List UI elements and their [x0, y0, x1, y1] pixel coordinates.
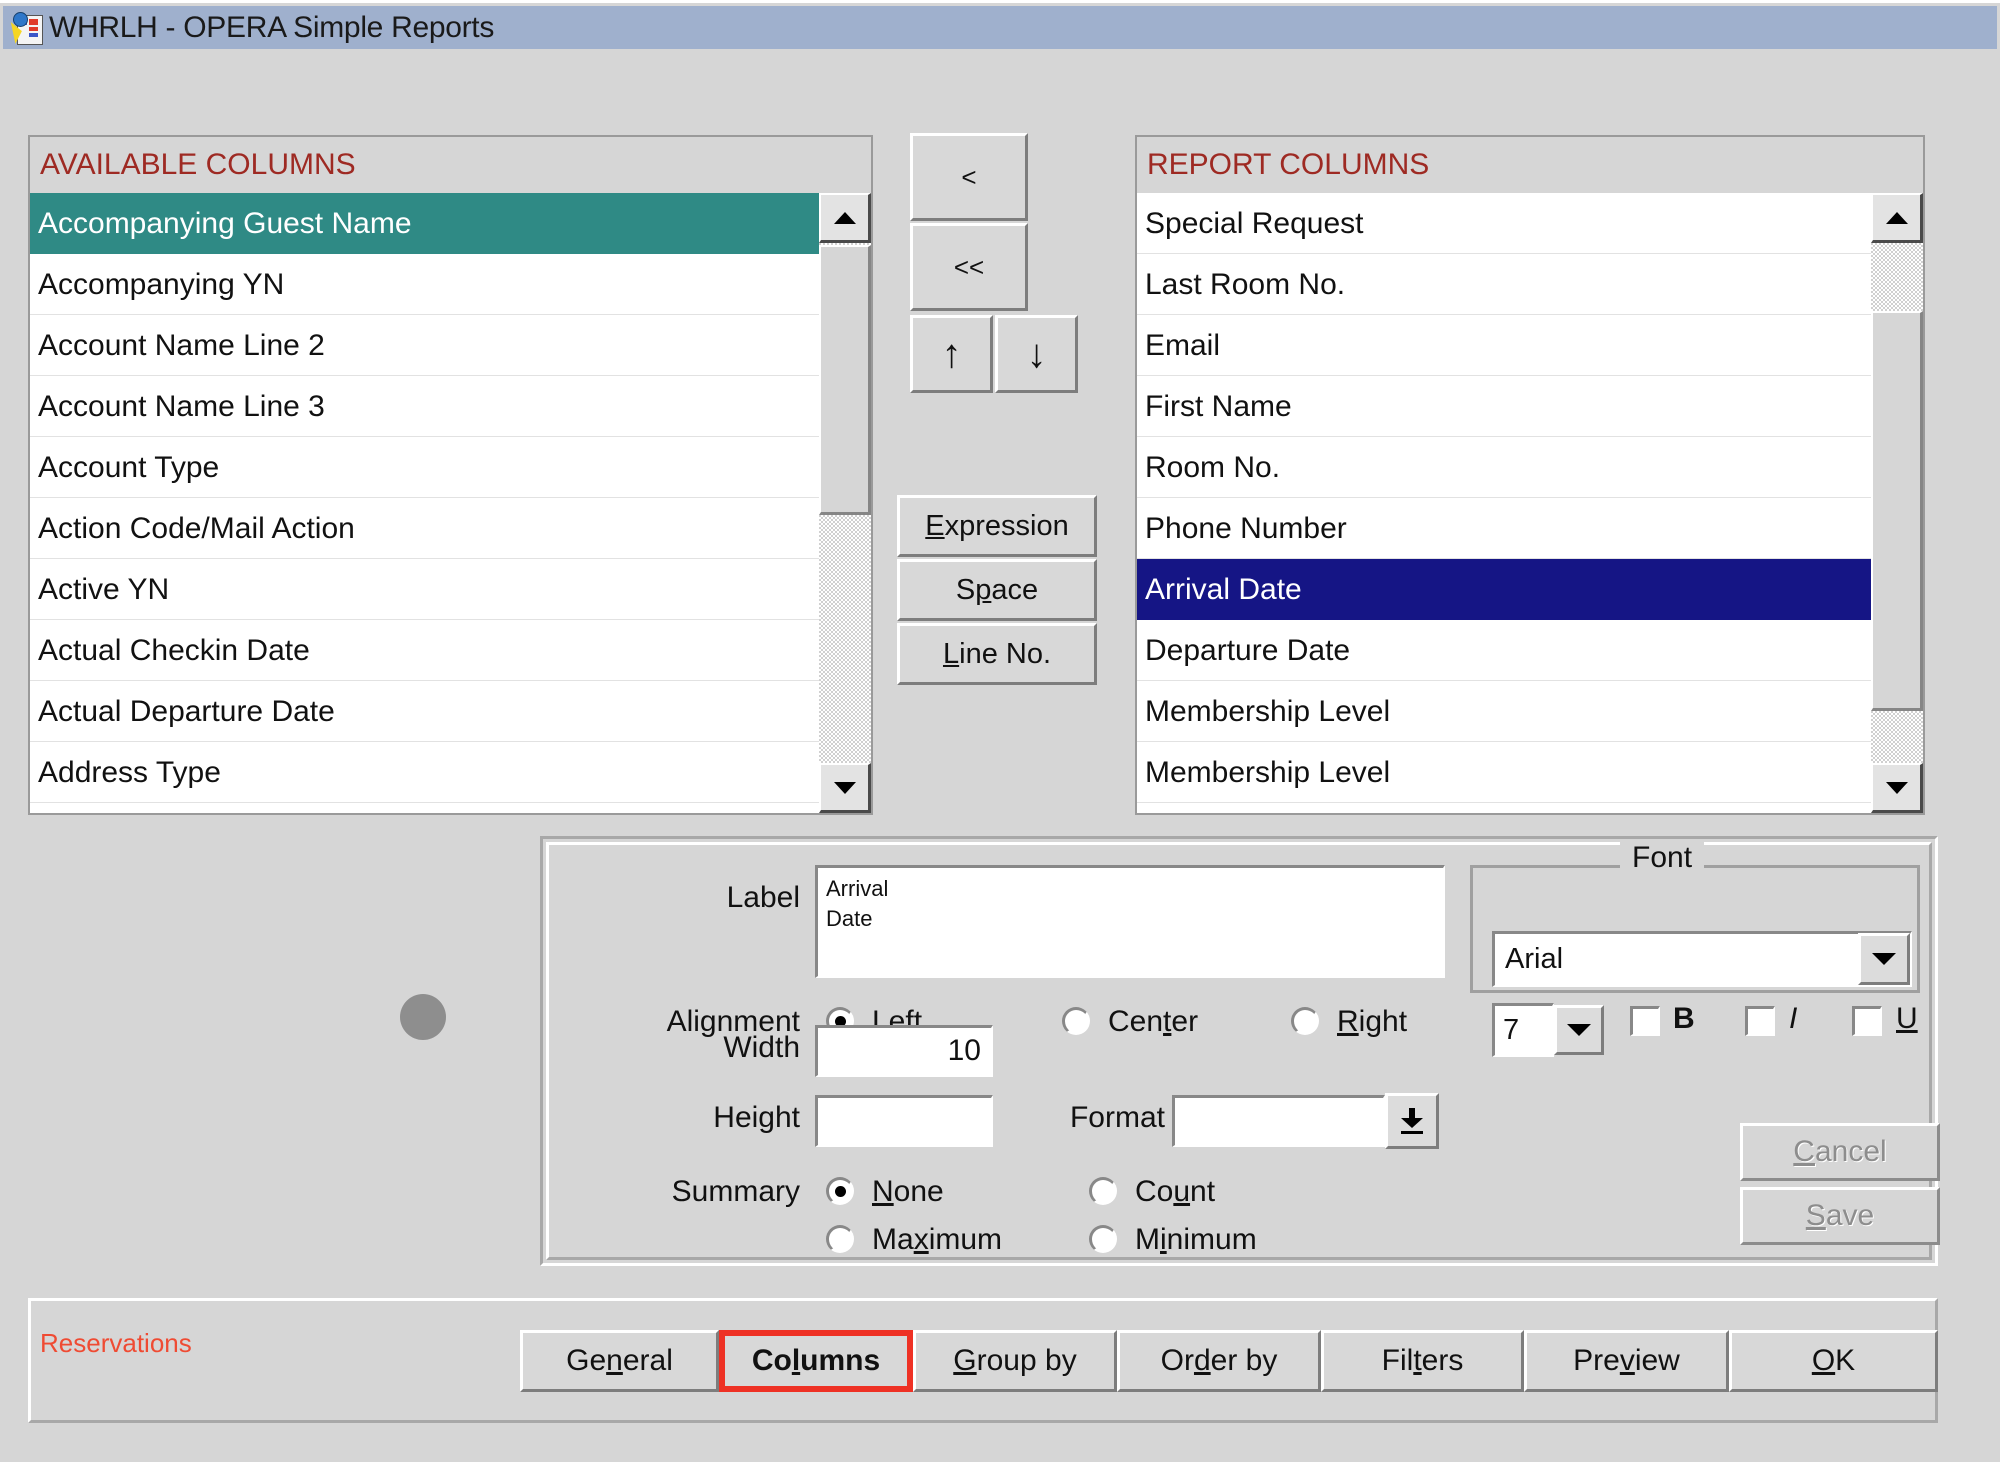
- arrow-up-icon: ↑: [941, 332, 962, 376]
- summary-radio-maximum[interactable]: [826, 1225, 854, 1253]
- scroll-up-button[interactable]: [819, 193, 871, 243]
- list-item[interactable]: Actual Checkin Date: [30, 620, 871, 681]
- tab-order-by[interactable]: Order by: [1117, 1330, 1321, 1392]
- scrollbar-thumb[interactable]: [1871, 311, 1923, 711]
- line-no-button[interactable]: Line No.: [897, 623, 1097, 685]
- font-name-dropdown-button[interactable]: [1858, 933, 1910, 985]
- font-bold-checkbox[interactable]: [1630, 1006, 1660, 1036]
- list-item[interactable]: Departure Date: [1137, 620, 1923, 681]
- alignment-label-right: Right: [1337, 1005, 1408, 1038]
- list-item[interactable]: Special Request: [1137, 193, 1923, 254]
- summary-label-count: Count: [1135, 1175, 1216, 1208]
- arrow-down-icon: ↓: [1026, 332, 1047, 376]
- label-input[interactable]: Arrival Date: [815, 865, 1445, 978]
- tab-filters[interactable]: Filters: [1321, 1330, 1524, 1392]
- chevron-down-icon: [1567, 1024, 1591, 1036]
- list-item[interactable]: Arrival Date: [1137, 559, 1923, 620]
- triangle-up-icon: [1885, 211, 1908, 224]
- summary-radio-count[interactable]: [1089, 1177, 1117, 1205]
- alignment-radio-center[interactable]: [1062, 1007, 1090, 1035]
- format-input[interactable]: [1172, 1095, 1385, 1147]
- move-all-left-button[interactable]: <<: [910, 223, 1028, 311]
- module-label: Reservations: [40, 1328, 192, 1358]
- list-item[interactable]: Membership Level: [1137, 742, 1923, 803]
- list-item[interactable]: Account Type: [30, 437, 871, 498]
- summary-radio-minimum[interactable]: [1089, 1225, 1117, 1253]
- list-item[interactable]: Accompanying Guest Name: [30, 193, 871, 254]
- report-columns-header: REPORT COLUMNS: [1137, 137, 1923, 193]
- report-app-icon: [10, 11, 45, 45]
- tab-general[interactable]: General: [520, 1330, 719, 1392]
- list-item[interactable]: Account Name Line 3: [30, 376, 871, 437]
- scroll-down-button[interactable]: [1871, 763, 1923, 813]
- report-columns-scrollbar[interactable]: [1871, 193, 1923, 813]
- list-item[interactable]: Accompanying YN: [30, 254, 871, 315]
- list-item[interactable]: Email: [1137, 315, 1923, 376]
- font-group-title: Font: [1620, 841, 1705, 875]
- summary-label-none: None: [872, 1175, 944, 1208]
- save-button[interactable]: Save: [1740, 1187, 1940, 1245]
- triangle-down-icon: [833, 781, 856, 794]
- font-underline-checkbox[interactable]: [1852, 1006, 1882, 1036]
- window-title: WHRLH - OPERA Simple Reports: [49, 10, 495, 44]
- space-button[interactable]: Space: [897, 559, 1097, 621]
- scroll-up-button[interactable]: [1871, 193, 1923, 243]
- list-item[interactable]: Address Type: [30, 742, 871, 803]
- width-input[interactable]: 10: [815, 1025, 993, 1077]
- font-size-input[interactable]: 7: [1492, 1003, 1554, 1057]
- summary-label-maximum: Maximum: [872, 1223, 1003, 1256]
- list-item[interactable]: Room No.: [1137, 437, 1923, 498]
- chevron-down-icon: [1872, 953, 1896, 965]
- width-caption: Width: [723, 1031, 800, 1064]
- alignment-label-center: Center: [1108, 1005, 1199, 1038]
- scrollbar-thumb[interactable]: [819, 245, 871, 515]
- application-window: WHRLH - OPERA Simple Reports AVAILABLE C…: [0, 0, 2000, 1462]
- alignment-radio-right[interactable]: [1291, 1007, 1319, 1035]
- list-item[interactable]: Last Room No.: [1137, 254, 1923, 315]
- scroll-down-button[interactable]: [819, 763, 871, 813]
- title-bar: WHRLH - OPERA Simple Reports: [3, 6, 1997, 49]
- format-caption: Format: [1069, 1101, 1165, 1134]
- height-caption: Height: [713, 1101, 800, 1134]
- down-arrow-to-line-icon: [1401, 1108, 1423, 1134]
- list-item[interactable]: Active YN: [30, 559, 871, 620]
- report-columns-rows: Special Request Last Room No. Email Firs…: [1137, 193, 1923, 803]
- font-underline-label: U: [1896, 1002, 1918, 1035]
- list-item[interactable]: Actual Departure Date: [30, 681, 871, 742]
- move-up-button[interactable]: ↑: [910, 315, 993, 393]
- tab-columns[interactable]: Columns: [719, 1330, 913, 1392]
- cancel-button[interactable]: Cancel: [1740, 1123, 1940, 1181]
- format-lov-button[interactable]: [1385, 1093, 1439, 1149]
- move-one-left-button[interactable]: <: [910, 133, 1028, 221]
- tab-group-by[interactable]: Group by: [913, 1330, 1117, 1392]
- font-size-dropdown-button[interactable]: [1554, 1005, 1604, 1055]
- font-bold-label: B: [1673, 1002, 1695, 1035]
- label-field-caption: Label: [726, 881, 800, 914]
- available-columns-header: AVAILABLE COLUMNS: [30, 137, 871, 193]
- height-input[interactable]: [815, 1095, 993, 1147]
- move-down-button[interactable]: ↓: [995, 315, 1078, 393]
- list-item[interactable]: First Name: [1137, 376, 1923, 437]
- list-item[interactable]: Membership Level: [1137, 681, 1923, 742]
- font-italic-label: I: [1789, 1002, 1798, 1035]
- available-columns-rows: Accompanying Guest Name Accompanying YN …: [30, 193, 871, 803]
- mouse-cursor-indicator: [400, 994, 446, 1040]
- available-columns-listbox[interactable]: AVAILABLE COLUMNS Accompanying Guest Nam…: [28, 135, 873, 815]
- list-item[interactable]: Action Code/Mail Action: [30, 498, 871, 559]
- font-italic-checkbox[interactable]: [1745, 1006, 1775, 1036]
- available-columns-scrollbar[interactable]: [819, 193, 871, 813]
- tab-ok[interactable]: OK: [1729, 1330, 1938, 1392]
- list-item[interactable]: Account Name Line 2: [30, 315, 871, 376]
- triangle-down-icon: [1885, 781, 1908, 794]
- expression-button[interactable]: Expression: [897, 495, 1097, 557]
- font-name-input[interactable]: Arial: [1492, 931, 1912, 987]
- triangle-up-icon: [833, 211, 856, 224]
- tab-preview[interactable]: Preview: [1524, 1330, 1729, 1392]
- report-columns-listbox[interactable]: REPORT COLUMNS Special Request Last Room…: [1135, 135, 1925, 815]
- summary-caption: Summary: [671, 1175, 800, 1208]
- list-item[interactable]: Phone Number: [1137, 498, 1923, 559]
- summary-radio-none[interactable]: [826, 1177, 854, 1205]
- summary-label-minimum: Minimum: [1135, 1223, 1257, 1256]
